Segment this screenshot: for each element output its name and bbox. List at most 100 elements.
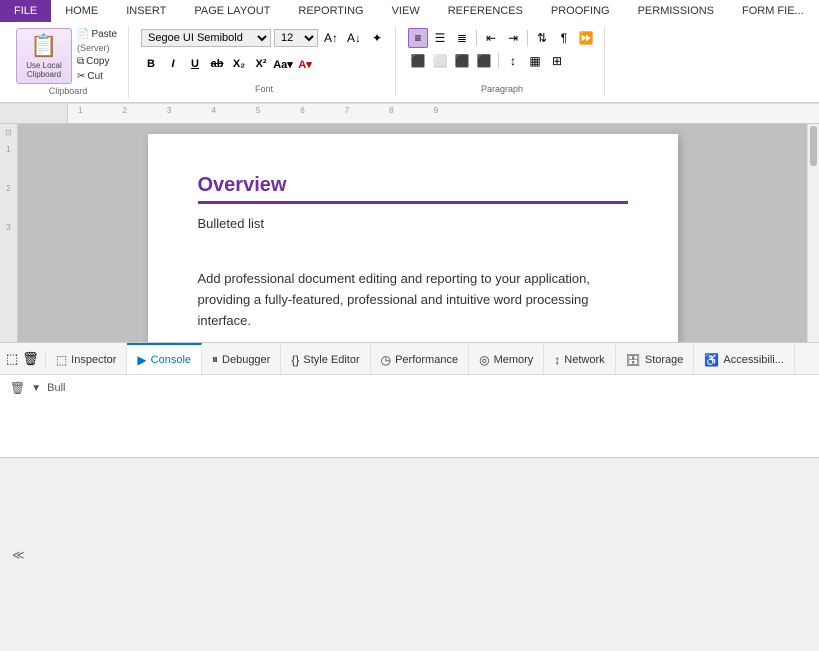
ruler-body: 1 2 3 4 5 6 7 8 9: [68, 104, 819, 123]
align-center-button[interactable]: ⬜: [430, 51, 450, 71]
copy-button[interactable]: ⧉ Copy: [74, 55, 120, 68]
tab-network[interactable]: ↕ Network: [544, 343, 615, 374]
devtools-trash-content-button[interactable]: 🗑: [10, 381, 25, 395]
tab-inspector[interactable]: ⬚ Inspector: [46, 343, 128, 374]
scrollbar-thumb[interactable]: [810, 126, 817, 166]
italic-button[interactable]: I: [163, 54, 183, 74]
tab-storage[interactable]: 🗄 Storage: [616, 343, 695, 374]
console-label: Console: [151, 354, 191, 366]
paragraph-top-row: ≡ ☰ ≣ ⇤ ⇥ ⇅ ¶ ⏩: [408, 28, 596, 48]
align-right-button[interactable]: ⬛: [452, 51, 472, 71]
bullets-button[interactable]: ≡: [408, 28, 428, 48]
devtools-trash-button[interactable]: 🗑: [22, 351, 39, 367]
font-group-content: Segoe UI Semibold 12 A↑ A↓ ✦ B I U ab X₂…: [141, 28, 387, 82]
inspector-label: Inspector: [71, 354, 116, 366]
devtools-filter-button[interactable]: ▼: [31, 383, 41, 394]
shrink-font-button[interactable]: A↓: [344, 28, 364, 48]
style-editor-label: Style Editor: [303, 354, 359, 366]
tab-memory[interactable]: ◎ Memory: [469, 343, 544, 374]
line-spacing-button[interactable]: ↕: [503, 51, 523, 71]
clipboard-icon: 📋: [30, 33, 57, 59]
cut-icon: ✂: [77, 71, 85, 82]
text-highlight-button[interactable]: ✦: [367, 28, 387, 48]
tab-insert[interactable]: INSERT: [112, 0, 180, 22]
border-button[interactable]: ⊞: [547, 51, 567, 71]
ribbon-tab-bar: FILE HOME INSERT PAGE LAYOUT REPORTING V…: [0, 0, 819, 22]
align-left-button[interactable]: ⬛: [408, 51, 428, 71]
paste-server-label: (Server): [74, 43, 120, 53]
devtools-content: 🗑 ▼ Bull: [0, 375, 819, 457]
ruler-vertical-marks: 1 2 3: [6, 145, 10, 232]
memory-icon: ◎: [479, 353, 489, 367]
multilevel-button[interactable]: ≣: [452, 28, 472, 48]
grow-font-button[interactable]: A↑: [321, 28, 341, 48]
document-area: Overview Bulleted list Add professional …: [18, 124, 807, 342]
paste-button[interactable]: 📄 Paste: [74, 28, 120, 41]
tab-reporting[interactable]: REPORTING: [284, 0, 377, 22]
vertical-scrollbar[interactable]: [807, 124, 819, 342]
cut-button[interactable]: ✂ Cut: [74, 70, 120, 83]
chevron-left-button[interactable]: ≪: [12, 548, 25, 562]
tab-form-fie[interactable]: FORM FIE...: [728, 0, 818, 22]
devtools-tab-bar: ⬚ 🗑 ⬚ Inspector ▶ Console ⏸ Debugger {} …: [0, 343, 819, 375]
font-selector-row: Segoe UI Semibold 12 A↑ A↓ ✦: [141, 28, 387, 48]
font-size-select[interactable]: 12: [274, 29, 318, 47]
use-local-clipboard-button[interactable]: 📋 Use LocalClipboard: [16, 28, 72, 84]
increase-indent-button[interactable]: ⇥: [503, 28, 523, 48]
tab-view[interactable]: VIEW: [378, 0, 434, 22]
devtools-inspect-button[interactable]: ⬚: [6, 351, 18, 367]
main-area: ⊡ 1 2 3 Overview Bulleted list Add profe…: [0, 124, 819, 342]
subscript-button[interactable]: X₂: [229, 54, 249, 74]
change-case-button[interactable]: Aa▾: [273, 54, 293, 74]
tab-permissions[interactable]: PERMISSIONS: [624, 0, 728, 22]
breadcrumb-item: Bull: [47, 382, 65, 394]
justify-button[interactable]: ⬛: [474, 51, 494, 71]
clipboard-group-label: Clipboard: [49, 84, 88, 96]
tab-home[interactable]: HOME: [51, 0, 112, 22]
font-group: Segoe UI Semibold 12 A↑ A↓ ✦ B I U ab X₂…: [133, 26, 396, 96]
tab-debugger[interactable]: ⏸ Debugger: [202, 343, 281, 374]
strikethrough-button[interactable]: ab: [207, 54, 227, 74]
underline-button[interactable]: U: [185, 54, 205, 74]
breadcrumb: Bull: [47, 382, 65, 394]
clipboard-sub-buttons: 📄 Paste (Server) ⧉ Copy ✂ Cut: [74, 28, 120, 83]
clipboard-label: Use LocalClipboard: [26, 61, 62, 79]
paragraph-align-row: ⬛ ⬜ ⬛ ⬛ ↕ ▦ ⊞: [408, 51, 567, 71]
superscript-button[interactable]: X²: [251, 54, 271, 74]
show-formatting-button[interactable]: ¶: [554, 28, 574, 48]
devtools-side-buttons: ⬚ 🗑: [0, 351, 46, 367]
tab-style-editor[interactable]: {} Style Editor: [281, 343, 370, 374]
inspector-icon: ⬚: [56, 353, 67, 367]
tab-references[interactable]: REFERENCES: [434, 0, 537, 22]
numbering-button[interactable]: ☰: [430, 28, 450, 48]
rtl-button[interactable]: ⏩: [576, 28, 596, 48]
accessibility-label: Accessibili...: [723, 354, 784, 366]
tab-page-layout[interactable]: PAGE LAYOUT: [180, 0, 284, 22]
tab-proofing[interactable]: PROOFING: [537, 0, 624, 22]
paragraph-group-label: Paragraph: [481, 82, 523, 94]
paste-icon: 📄: [77, 29, 89, 40]
horizontal-ruler: 1 2 3 4 5 6 7 8 9: [0, 104, 819, 124]
copy-icon: ⧉: [77, 56, 84, 67]
ribbon-content: 📋 Use LocalClipboard 📄 Paste (Server) ⧉ …: [0, 22, 819, 103]
decrease-indent-button[interactable]: ⇤: [481, 28, 501, 48]
debugger-label: Debugger: [222, 354, 270, 366]
tab-file[interactable]: FILE: [0, 0, 51, 22]
bold-button[interactable]: B: [141, 54, 161, 74]
paste-label: Paste: [91, 29, 117, 40]
tab-performance[interactable]: ◷ Performance: [371, 343, 469, 374]
shading-button[interactable]: ▦: [525, 51, 545, 71]
sort-button[interactable]: ⇅: [532, 28, 552, 48]
font-name-select[interactable]: Segoe UI Semibold: [141, 29, 271, 47]
bottom-area: ≪: [0, 457, 819, 651]
document-page: Overview Bulleted list Add professional …: [148, 134, 678, 342]
debugger-icon: ⏸: [212, 352, 218, 367]
tab-console[interactable]: ▶ Console: [127, 343, 202, 374]
document-body: Add professional document editing and re…: [198, 269, 628, 331]
network-label: Network: [564, 354, 604, 366]
tab-accessibility[interactable]: ♿ Accessibili...: [694, 343, 794, 374]
performance-label: Performance: [395, 354, 458, 366]
bulleted-list-label: Bulleted list: [198, 216, 628, 231]
font-color-button[interactable]: A▾: [295, 54, 315, 74]
vertical-ruler: ⊡ 1 2 3: [0, 124, 18, 342]
